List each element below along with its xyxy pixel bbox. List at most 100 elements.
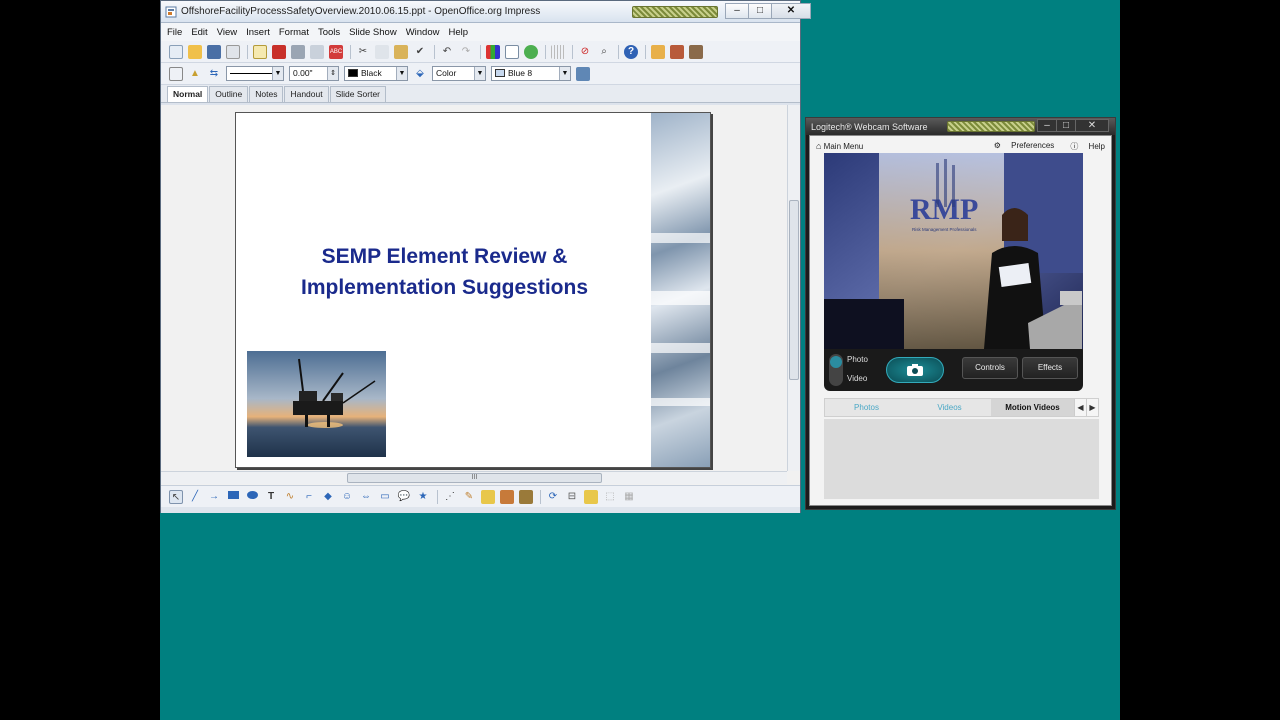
close-button[interactable]: ✕ [771, 3, 811, 19]
menu-format[interactable]: Format [279, 27, 309, 38]
from-file-icon[interactable] [500, 489, 514, 504]
paste-icon[interactable] [394, 44, 408, 59]
slide-show-icon[interactable] [651, 44, 665, 59]
help-icon[interactable]: ? [624, 44, 638, 59]
menu-view[interactable]: View [217, 27, 237, 38]
zoom-icon[interactable]: ⌕ [597, 45, 611, 59]
new-document-icon[interactable] [169, 44, 183, 59]
line-color-select[interactable]: Black ▼ [344, 66, 408, 81]
vertical-scroll-thumb[interactable] [789, 200, 799, 380]
menu-file[interactable]: File [167, 27, 182, 38]
line-style-icon[interactable]: ▲ [188, 67, 202, 81]
photo-video-toggle[interactable] [829, 354, 843, 386]
impress-titlebar[interactable]: OffshoreFacilityProcessSafetyOverview.20… [161, 1, 811, 23]
rectangle-icon[interactable] [226, 490, 240, 504]
area-style-select[interactable]: Color ▼ [432, 66, 486, 81]
rotate-icon[interactable]: ⟳ [546, 490, 560, 504]
menu-help[interactable]: Help [448, 27, 468, 38]
menu-insert[interactable]: Insert [246, 27, 270, 38]
ellipse-icon[interactable] [245, 490, 259, 504]
email-icon[interactable] [226, 44, 240, 59]
horizontal-scroll-thumb[interactable]: III [347, 473, 602, 483]
minimize-button[interactable]: – [725, 3, 749, 19]
menu-tools[interactable]: Tools [318, 27, 340, 38]
menu-slide-show[interactable]: Slide Show [349, 27, 397, 38]
points-icon[interactable]: ⋰ [443, 490, 457, 504]
webcam-minimize-button[interactable]: – [1037, 119, 1057, 132]
line-tool-icon[interactable] [169, 66, 183, 81]
tab-videos[interactable]: Videos [908, 399, 991, 416]
extrusion-icon[interactable]: ⬚ [603, 490, 617, 504]
shadow-toggle-icon[interactable]: ▦ [622, 490, 636, 504]
callouts-icon[interactable]: 💬 [397, 490, 411, 504]
help-link[interactable]: ⓘ Help [1062, 141, 1105, 152]
text-tool-icon[interactable]: T [264, 490, 278, 504]
undo-icon[interactable]: ↶ [440, 45, 454, 59]
maximize-button[interactable]: □ [748, 3, 772, 19]
tab-motion-videos[interactable]: Motion Videos [991, 399, 1074, 416]
open-folder-icon[interactable] [188, 44, 202, 59]
block-arrows-icon[interactable]: ⇔ [359, 490, 373, 504]
navigator-icon[interactable] [524, 44, 538, 59]
connector-icon[interactable]: ⌐ [302, 490, 316, 504]
tab-normal[interactable]: Normal [167, 86, 209, 102]
main-menu-link[interactable]: ⌂ Main Menu [816, 141, 863, 151]
line-style-select[interactable]: ▼ [226, 66, 284, 81]
tab-notes[interactable]: Notes [249, 86, 284, 102]
effects-button[interactable]: Effects [1022, 357, 1078, 379]
line-draw-icon[interactable]: ╱ [188, 490, 202, 504]
tab-handout[interactable]: Handout [284, 86, 329, 102]
select-arrow-icon[interactable]: ↖ [169, 489, 183, 504]
line-width-field[interactable]: 0.00" ⇕ [289, 66, 339, 81]
spellcheck-icon[interactable]: ABC [329, 44, 343, 59]
capture-button[interactable] [886, 357, 944, 383]
menu-edit[interactable]: Edit [191, 27, 207, 38]
tools-icon[interactable] [689, 44, 703, 59]
curve-icon[interactable]: ∿ [283, 490, 297, 504]
chevron-right-icon[interactable]: ▶ [1086, 399, 1098, 416]
area-color-select[interactable]: Blue 8 ▼ [491, 66, 571, 81]
format-paintbrush-icon[interactable]: ✔ [413, 45, 427, 59]
arrow-style-icon[interactable]: ⇆ [207, 67, 221, 81]
arrow-line-icon[interactable]: → [207, 490, 221, 504]
alignment-icon[interactable]: ⊟ [565, 490, 579, 504]
chevron-left-icon[interactable]: ◀ [1074, 399, 1086, 416]
controls-button[interactable]: Controls [962, 357, 1018, 379]
tab-slide-sorter[interactable]: Slide Sorter [329, 86, 387, 102]
home-icon: ⌂ [816, 141, 822, 151]
area-fill-icon[interactable]: ⬙ [413, 67, 427, 81]
basic-shapes-icon[interactable]: ◆ [321, 490, 335, 504]
stars-icon[interactable]: ★ [416, 490, 430, 504]
glue-points-icon[interactable]: ✎ [462, 490, 476, 504]
horizontal-scrollbar[interactable]: III [161, 471, 787, 484]
table-icon[interactable] [505, 44, 519, 59]
gallery-icon[interactable] [519, 489, 533, 504]
flowchart-icon[interactable]: ▭ [378, 490, 392, 504]
symbol-shapes-icon[interactable]: ☺ [340, 490, 354, 504]
webcam-close-button[interactable]: ✕ [1075, 119, 1109, 132]
tab-photos[interactable]: Photos [825, 399, 908, 416]
grid-icon[interactable] [551, 44, 565, 59]
preferences-link[interactable]: ⚙ Preferences [986, 141, 1055, 152]
menu-window[interactable]: Window [406, 27, 440, 38]
no-entry-icon[interactable]: ⊘ [578, 45, 592, 59]
fontwork-icon[interactable] [481, 489, 495, 504]
slide-layout-icon[interactable] [670, 44, 684, 59]
redo-icon[interactable]: ↷ [459, 45, 473, 59]
webcam-maximize-button[interactable]: □ [1056, 119, 1076, 132]
print-icon[interactable] [291, 44, 305, 59]
chart-icon[interactable] [486, 44, 500, 59]
tab-outline[interactable]: Outline [209, 86, 249, 102]
save-icon[interactable] [207, 44, 221, 59]
shadow-icon[interactable] [576, 66, 590, 81]
export-pdf-icon[interactable] [272, 44, 286, 59]
slide-canvas[interactable]: SEMP Element Review & Implementation Sug… [235, 112, 711, 468]
arrange-icon[interactable] [584, 489, 598, 504]
print-preview-icon[interactable] [310, 44, 324, 59]
edit-file-icon[interactable] [253, 44, 267, 59]
vertical-scrollbar[interactable] [787, 105, 800, 471]
line-color-swatch [348, 69, 358, 77]
copy-icon[interactable] [375, 44, 389, 59]
cut-icon[interactable]: ✂ [356, 45, 370, 59]
webcam-titlebar[interactable]: Logitech® Webcam Software – □ ✕ [806, 118, 1115, 135]
